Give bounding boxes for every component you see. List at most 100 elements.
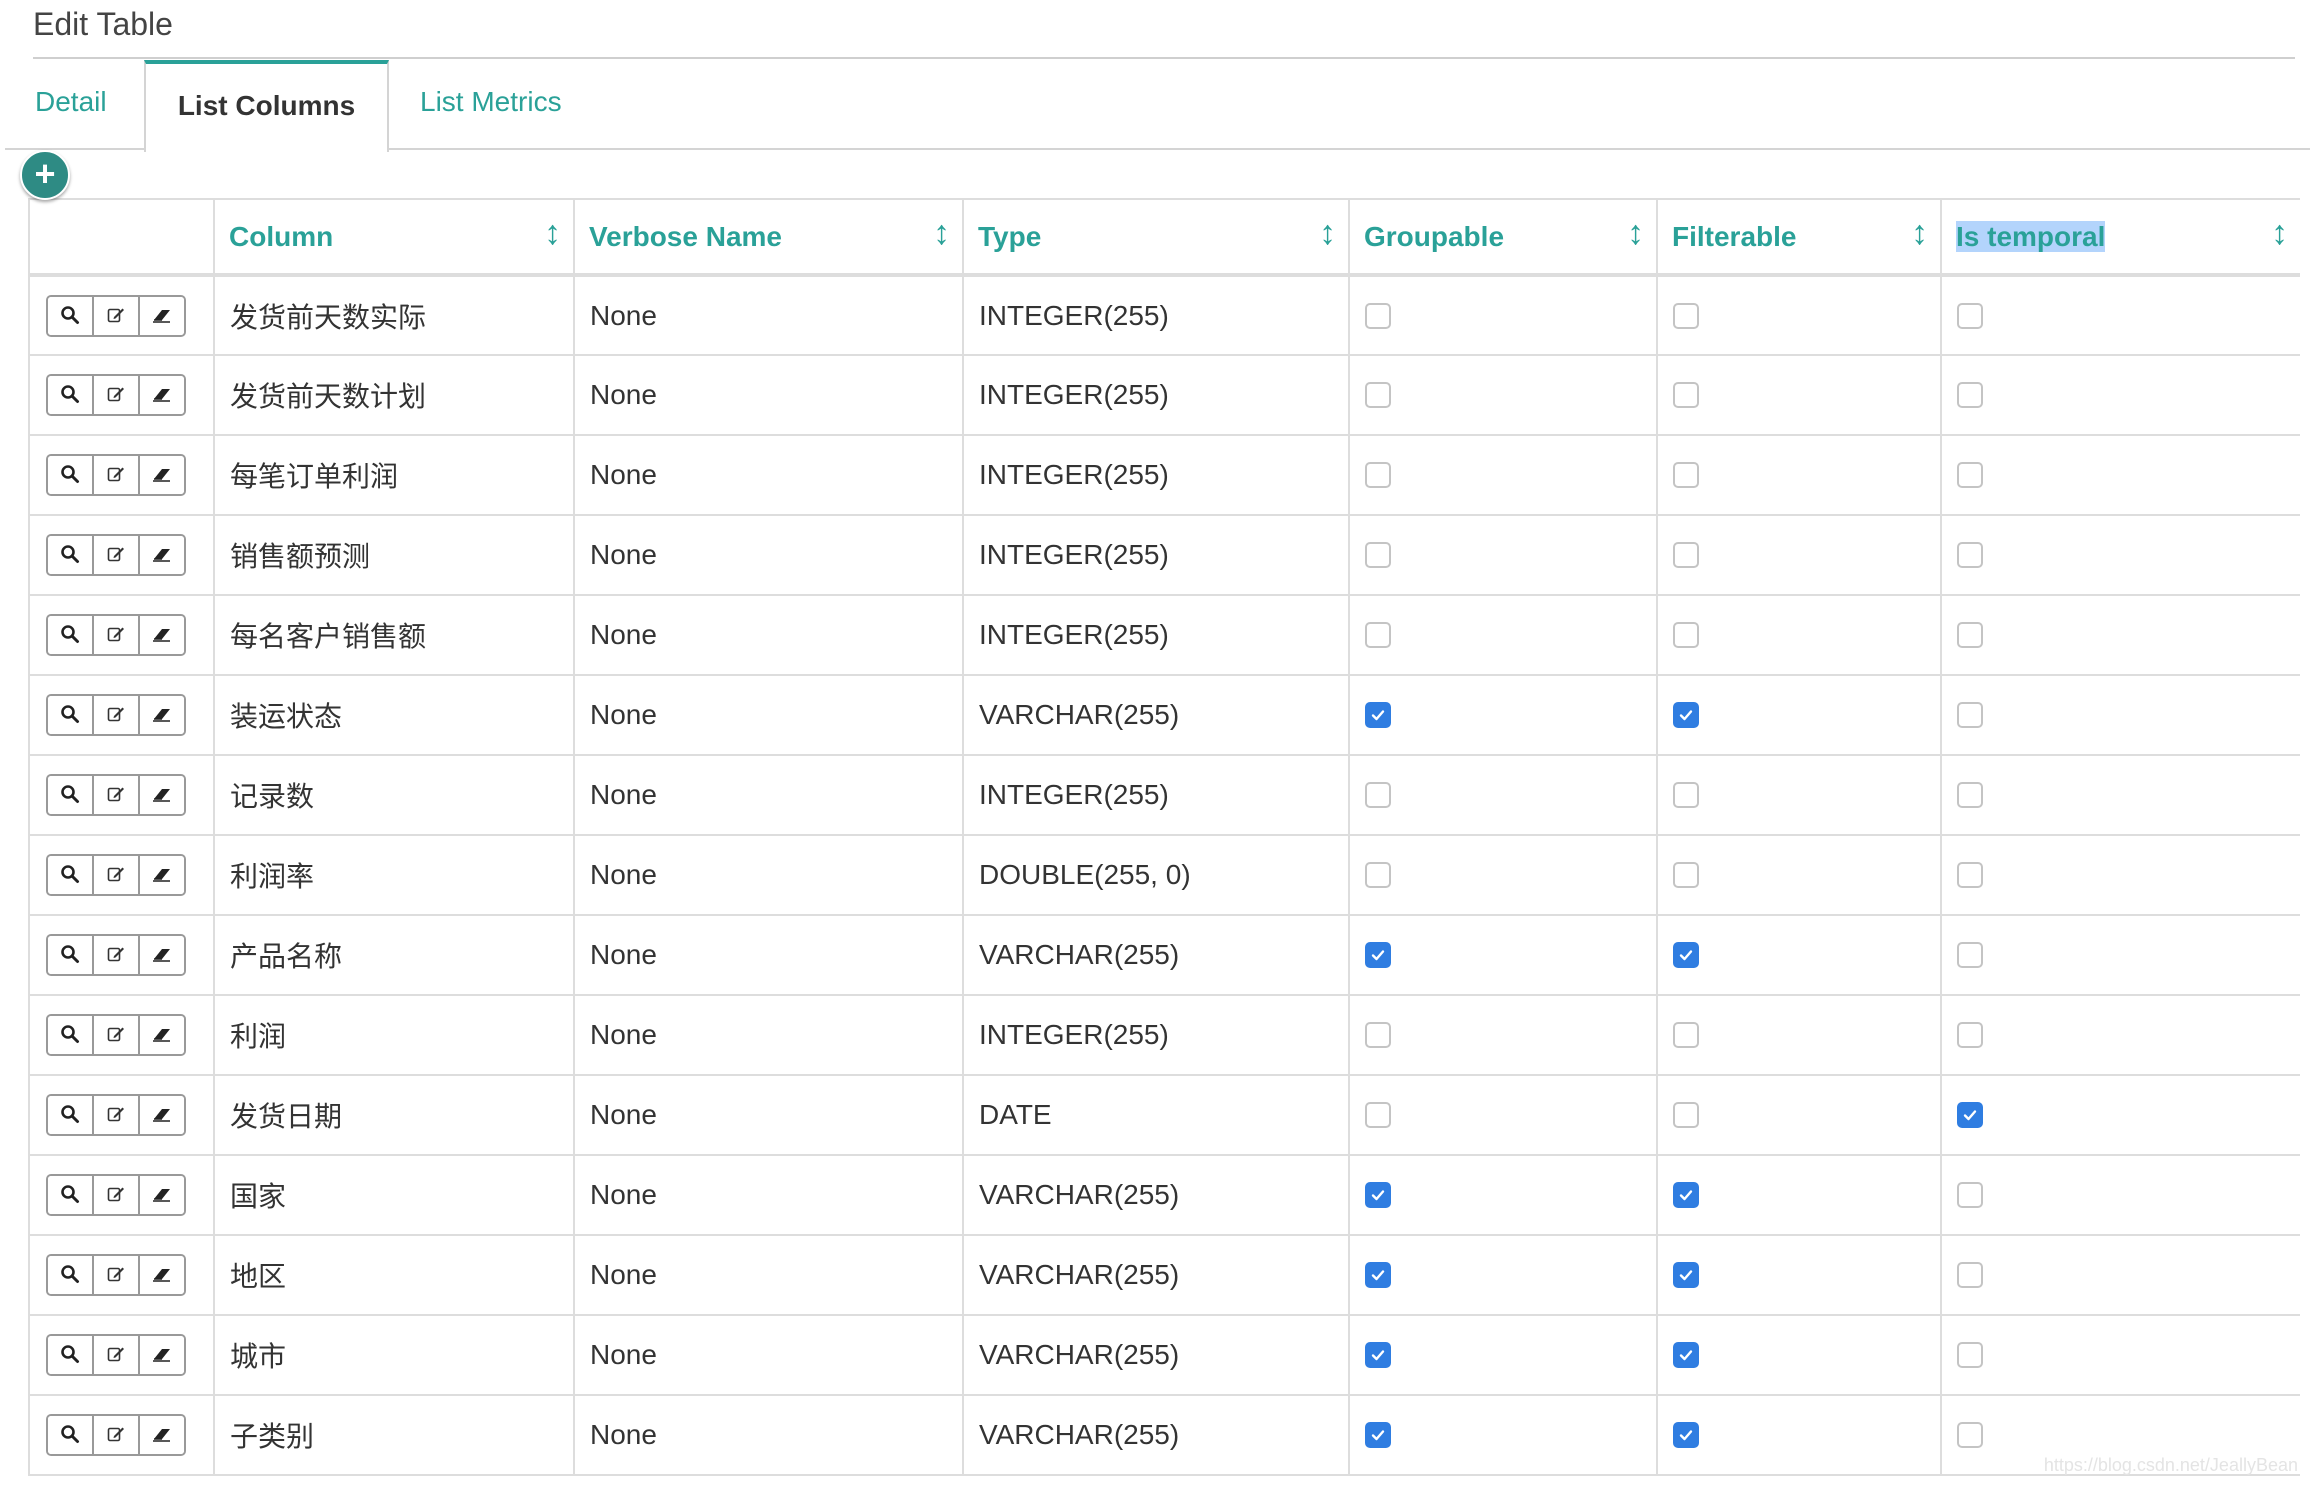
show-record-button[interactable] [48, 856, 94, 894]
is-temporal-checkbox[interactable] [1957, 1182, 1983, 1208]
groupable-checkbox[interactable] [1365, 1102, 1391, 1128]
header-column[interactable]: Column ↕ [213, 198, 575, 277]
edit-record-button[interactable] [94, 376, 140, 414]
is-temporal-checkbox[interactable] [1957, 942, 1983, 968]
delete-record-button[interactable] [140, 1096, 184, 1134]
filterable-checkbox[interactable] [1673, 462, 1699, 488]
show-record-button[interactable] [48, 776, 94, 814]
edit-record-button[interactable] [94, 296, 140, 335]
sort-icon[interactable]: ↕ [2271, 214, 2288, 253]
header-filterable[interactable]: Filterable ↕ [1656, 198, 1942, 277]
show-record-button[interactable] [48, 376, 94, 414]
edit-record-button[interactable] [94, 696, 140, 734]
delete-record-button[interactable] [140, 296, 184, 335]
groupable-checkbox[interactable] [1365, 862, 1391, 888]
edit-record-button[interactable] [94, 1256, 140, 1294]
delete-record-button[interactable] [140, 1016, 184, 1054]
is-temporal-checkbox[interactable] [1957, 782, 1983, 808]
is-temporal-checkbox[interactable] [1957, 702, 1983, 728]
groupable-checkbox[interactable] [1365, 702, 1391, 728]
is-temporal-checkbox[interactable] [1957, 1102, 1983, 1128]
header-groupable[interactable]: Groupable ↕ [1348, 198, 1658, 277]
header-verbose-name[interactable]: Verbose Name ↕ [573, 198, 964, 277]
delete-record-button[interactable] [140, 1176, 184, 1214]
groupable-checkbox[interactable] [1365, 782, 1391, 808]
edit-record-button[interactable] [94, 1336, 140, 1374]
groupable-checkbox[interactable] [1365, 302, 1391, 329]
tab-list-metrics[interactable]: List Metrics [420, 60, 562, 150]
edit-record-button[interactable] [94, 616, 140, 654]
tab-detail[interactable]: Detail [35, 60, 107, 150]
edit-record-button[interactable] [94, 776, 140, 814]
groupable-checkbox[interactable] [1365, 382, 1391, 408]
sort-icon[interactable]: ↕ [1911, 214, 1928, 253]
show-record-button[interactable] [48, 536, 94, 574]
is-temporal-checkbox[interactable] [1957, 302, 1983, 329]
is-temporal-checkbox[interactable] [1957, 542, 1983, 568]
show-record-button[interactable] [48, 1096, 94, 1134]
is-temporal-checkbox[interactable] [1957, 622, 1983, 648]
edit-record-button[interactable] [94, 856, 140, 894]
edit-record-button[interactable] [94, 936, 140, 974]
filterable-checkbox[interactable] [1673, 542, 1699, 568]
edit-record-button[interactable] [94, 456, 140, 494]
groupable-checkbox[interactable] [1365, 542, 1391, 568]
add-column-button[interactable]: + [20, 150, 70, 200]
groupable-checkbox[interactable] [1365, 1182, 1391, 1208]
edit-record-button[interactable] [94, 1016, 140, 1054]
delete-record-button[interactable] [140, 776, 184, 814]
edit-record-button[interactable] [94, 536, 140, 574]
delete-record-button[interactable] [140, 936, 184, 974]
delete-record-button[interactable] [140, 456, 184, 494]
delete-record-button[interactable] [140, 376, 184, 414]
filterable-checkbox[interactable] [1673, 302, 1699, 329]
filterable-checkbox[interactable] [1673, 702, 1699, 728]
tab-list-columns[interactable]: List Columns [144, 60, 389, 152]
sort-icon[interactable]: ↕ [1627, 214, 1644, 253]
filterable-checkbox[interactable] [1673, 1262, 1699, 1288]
edit-record-button[interactable] [94, 1416, 140, 1454]
sort-icon[interactable]: ↕ [1319, 214, 1336, 253]
delete-record-button[interactable] [140, 616, 184, 654]
header-is-temporal[interactable]: Is temporal ↕ [1940, 198, 2300, 277]
filterable-checkbox[interactable] [1673, 782, 1699, 808]
filterable-checkbox[interactable] [1673, 1102, 1699, 1128]
filterable-checkbox[interactable] [1673, 1182, 1699, 1208]
filterable-checkbox[interactable] [1673, 862, 1699, 888]
filterable-checkbox[interactable] [1673, 942, 1699, 968]
show-record-button[interactable] [48, 696, 94, 734]
groupable-checkbox[interactable] [1365, 1422, 1391, 1448]
header-type[interactable]: Type ↕ [962, 198, 1350, 277]
filterable-checkbox[interactable] [1673, 1422, 1699, 1448]
is-temporal-checkbox[interactable] [1957, 1422, 1983, 1448]
groupable-checkbox[interactable] [1365, 1262, 1391, 1288]
delete-record-button[interactable] [140, 536, 184, 574]
show-record-button[interactable] [48, 1416, 94, 1454]
delete-record-button[interactable] [140, 1336, 184, 1374]
filterable-checkbox[interactable] [1673, 1022, 1699, 1048]
delete-record-button[interactable] [140, 1256, 184, 1294]
groupable-checkbox[interactable] [1365, 1342, 1391, 1368]
filterable-checkbox[interactable] [1673, 622, 1699, 648]
edit-record-button[interactable] [94, 1176, 140, 1214]
is-temporal-checkbox[interactable] [1957, 462, 1983, 488]
filterable-checkbox[interactable] [1673, 1342, 1699, 1368]
sort-icon[interactable]: ↕ [933, 214, 950, 253]
show-record-button[interactable] [48, 456, 94, 494]
delete-record-button[interactable] [140, 1416, 184, 1454]
groupable-checkbox[interactable] [1365, 1022, 1391, 1048]
delete-record-button[interactable] [140, 856, 184, 894]
is-temporal-checkbox[interactable] [1957, 382, 1983, 408]
show-record-button[interactable] [48, 616, 94, 654]
show-record-button[interactable] [48, 1256, 94, 1294]
show-record-button[interactable] [48, 1016, 94, 1054]
delete-record-button[interactable] [140, 696, 184, 734]
edit-record-button[interactable] [94, 1096, 140, 1134]
is-temporal-checkbox[interactable] [1957, 862, 1983, 888]
sort-icon[interactable]: ↕ [544, 214, 561, 253]
show-record-button[interactable] [48, 1336, 94, 1374]
groupable-checkbox[interactable] [1365, 942, 1391, 968]
is-temporal-checkbox[interactable] [1957, 1022, 1983, 1048]
filterable-checkbox[interactable] [1673, 382, 1699, 408]
is-temporal-checkbox[interactable] [1957, 1342, 1983, 1368]
